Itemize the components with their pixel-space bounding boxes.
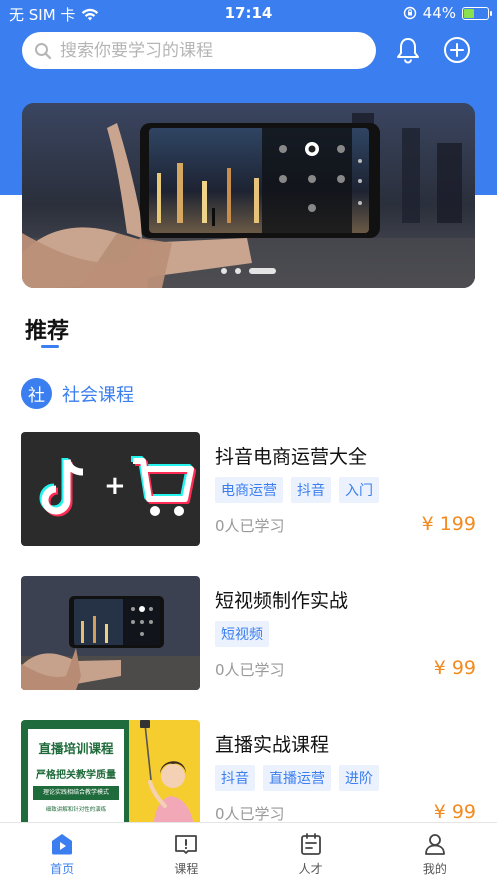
- course-tag: 入门: [339, 477, 379, 503]
- battery-icon: [462, 6, 492, 20]
- bell-icon: [397, 38, 419, 64]
- phone-camera-image: [21, 576, 200, 690]
- status-bar: 无 SIM 卡 17:14 44%: [0, 0, 497, 26]
- course-card[interactable]: 直播培训课程 严格把关教学质量 理论实践相结合教学模式 细致讲解和针对性的演练 …: [21, 720, 476, 834]
- banner-pagination: [22, 268, 475, 274]
- category-header[interactable]: 社 社会课程: [21, 378, 134, 409]
- course-title: 短视频制作实战: [215, 590, 349, 612]
- banner-image: [22, 103, 475, 288]
- course-thumbnail: [21, 576, 200, 690]
- tab-label: 我的: [422, 862, 447, 876]
- battery-percentage: 44%: [422, 4, 456, 22]
- course-title: 直播实战课程: [215, 734, 330, 756]
- host-illustration: [140, 720, 195, 834]
- course-price: ¥ 99: [433, 801, 476, 823]
- add-button[interactable]: [441, 34, 473, 66]
- course-thumbnail: +: [21, 432, 200, 546]
- bottom-tab-bar: 首页 课程 人才 我的: [0, 822, 497, 883]
- course-tags: 抖音 直播运营 进阶: [215, 765, 379, 791]
- course-price: ¥ 99: [433, 657, 476, 679]
- search-icon: [35, 42, 52, 59]
- course-tag: 进阶: [339, 765, 379, 791]
- promo-banner[interactable]: [22, 103, 475, 288]
- learner-count: 0人已学习: [215, 661, 285, 679]
- course-thumbnail: 直播培训课程 严格把关教学质量 理论实践相结合教学模式 细致讲解和针对性的演练: [21, 720, 200, 834]
- pagination-dot-active[interactable]: [249, 268, 276, 274]
- course-tag: 电商运营: [215, 477, 283, 503]
- home-play-icon: [52, 834, 73, 855]
- pagination-dot[interactable]: [235, 268, 241, 274]
- course-price: ¥ 199: [421, 513, 476, 535]
- search-bar[interactable]: [22, 32, 376, 69]
- tab-courses[interactable]: 课程: [124, 823, 248, 883]
- section-title: 推荐: [25, 319, 70, 344]
- course-tag: 抖音: [215, 765, 255, 791]
- learner-count: 0人已学习: [215, 517, 285, 535]
- course-tags: 电商运营 抖音 入门: [215, 477, 379, 503]
- tab-home[interactable]: 首页: [0, 823, 124, 883]
- course-tag: 抖音: [291, 477, 331, 503]
- plus-circle-icon: [444, 37, 470, 63]
- tiktok-cart-image: +: [21, 432, 200, 546]
- notification-button[interactable]: [392, 34, 424, 66]
- rotation-lock-icon: [403, 6, 416, 20]
- book-icon: [175, 835, 198, 854]
- pagination-dot[interactable]: [221, 268, 227, 274]
- search-input[interactable]: [60, 40, 350, 61]
- svg-text:+: +: [104, 471, 126, 501]
- course-title: 抖音电商运营大全: [215, 446, 368, 468]
- learner-count: 0人已学习: [215, 805, 285, 823]
- course-tag: 直播运营: [263, 765, 331, 791]
- category-name: 社会课程: [62, 384, 134, 406]
- tab-label: 首页: [50, 862, 75, 876]
- battery-fill: [464, 8, 474, 18]
- course-card[interactable]: + 抖音电商运营大全 电商运营 抖音 入门 0人已学习 ¥ 199: [21, 432, 476, 546]
- calendar-icon: [300, 833, 321, 855]
- course-card[interactable]: 短视频制作实战 短视频 0人已学习 ¥ 99: [21, 576, 476, 690]
- tab-talent[interactable]: 人才: [249, 823, 373, 883]
- tab-label: 人才: [298, 862, 323, 876]
- course-tags: 短视频: [215, 621, 269, 647]
- tab-profile[interactable]: 我的: [373, 823, 497, 883]
- tab-label: 课程: [174, 862, 199, 876]
- category-badge: 社: [21, 378, 52, 409]
- course-tag: 短视频: [215, 621, 269, 647]
- section-underline: [41, 345, 59, 348]
- user-icon: [424, 834, 445, 855]
